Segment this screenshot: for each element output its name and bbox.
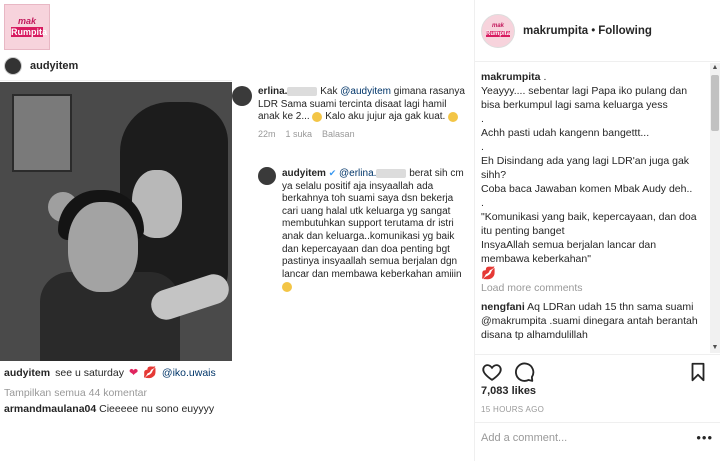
load-more-comments-link[interactable]: Load more comments	[481, 282, 703, 294]
lips-icon: 💋	[481, 266, 496, 280]
comment-time: 22m	[258, 128, 276, 139]
caption-mention[interactable]: @iko.uwais	[162, 367, 216, 379]
add-comment-placeholder: Add a comment...	[481, 432, 568, 444]
caption-line: Eh Disindang ada yang lagi LDR'an juga g…	[481, 155, 690, 181]
separator: •	[591, 24, 596, 37]
caption-user[interactable]: makrumpita	[481, 71, 541, 83]
comment-text-pre: Kak	[320, 86, 338, 97]
reply-button[interactable]: Balasan	[322, 128, 355, 141]
comment-icon[interactable]	[513, 361, 535, 383]
post-timestamp: 15 HOURS AGO	[481, 405, 545, 414]
verified-icon: ✔	[328, 168, 337, 178]
comment-mention[interactable]: @erlina.	[339, 168, 376, 179]
smile-emoji-icon	[312, 111, 323, 122]
add-comment-input[interactable]: Add a comment... •••	[475, 422, 720, 452]
mak-rumpita-logo: mak Rumpita	[4, 4, 50, 50]
post-username[interactable]: audyitem	[30, 60, 78, 72]
heart-icon[interactable]	[481, 361, 503, 383]
scroll-up-icon[interactable]: ▲	[710, 63, 720, 73]
caption-line: .	[481, 197, 484, 209]
logo-line2: Rumpita	[486, 30, 510, 37]
avatar[interactable]	[258, 167, 276, 185]
smile-emoji-icon	[448, 111, 459, 122]
caption-user-suffix: .	[543, 71, 547, 83]
logo-line1: mak	[17, 16, 36, 26]
instagram-post-panel: mak Rumpita makrumpita • Following makru…	[474, 0, 720, 461]
caption-user[interactable]: audyitem	[4, 367, 50, 379]
caption: makrumpita . Yeayyy.... sebentar lagi Pa…	[481, 70, 703, 280]
lips-icon: 💋	[143, 367, 157, 379]
scroll-down-icon[interactable]: ▼	[710, 343, 720, 353]
likes-count[interactable]: 7,083 likes	[481, 385, 536, 397]
header-username[interactable]: makrumpita	[523, 25, 588, 37]
caption-text: see u saturday	[55, 366, 124, 379]
blurred-username	[287, 86, 318, 96]
comment-row: nengfani Aq LDRan udah 15 thn sama suami…	[481, 300, 703, 342]
comment-text: berat sih cm ya selalu positif aja insya…	[282, 168, 464, 280]
post-header: mak Rumpita makrumpita • Following	[475, 0, 720, 62]
more-options-icon[interactable]: •••	[696, 430, 713, 445]
logo-line2: Rumpita	[11, 27, 47, 37]
view-all-comments-link[interactable]: Tampilkan semua 44 komentar	[4, 387, 147, 399]
caption-line: InsyaAllah semua berjalan lancar dan mem…	[481, 239, 657, 265]
caption-line: Achh pasti udah kangenn bangettt...	[481, 127, 650, 139]
comment-row: armandmaulana04 Cieeeee nu sono euyyyy	[4, 403, 214, 415]
post-photo	[0, 82, 232, 361]
avatar[interactable]	[232, 86, 252, 106]
caption-line: .	[481, 113, 484, 125]
post-caption: audyitem see u saturday ❤ 💋 @iko.uwais	[4, 366, 216, 380]
caption-line: "Komunikasi yang baik, kepercayaan, dan …	[481, 211, 697, 237]
comment-user[interactable]: nengfani	[481, 301, 525, 313]
scrollbar[interactable]: ▲ ▼	[710, 63, 720, 353]
comment-likes[interactable]: 1 suka	[286, 128, 313, 141]
caption-line: Yeayyy.... sebentar lagi Papa iko pulang…	[481, 85, 688, 111]
smile-emoji-icon	[282, 281, 292, 292]
comment-user[interactable]: audyitem	[282, 168, 326, 179]
comment-mention[interactable]: @audyitem	[340, 86, 391, 97]
blurred-username	[376, 168, 407, 178]
avatar[interactable]: mak Rumpita	[481, 13, 515, 48]
comment-text-post: Kalo aku jujur aja gak kuat.	[325, 111, 446, 123]
divider	[0, 80, 232, 81]
bookmark-icon[interactable]	[687, 361, 709, 383]
post-actions: 7,083 likes 15 HOURS AGO Add a comment..…	[475, 354, 720, 450]
avatar[interactable]	[4, 57, 22, 75]
caption-line: Coba baca Jawaban komen Mbak Audy deh..	[481, 183, 693, 195]
comment-user[interactable]: erlina.	[258, 86, 287, 97]
embedded-post-screenshot: mak Rumpita audyitem audyitem see u satu…	[0, 0, 474, 461]
scrollbar-thumb[interactable]	[711, 75, 719, 131]
comments-scroll-area[interactable]: makrumpita . Yeayyy.... sebentar lagi Pa…	[475, 63, 720, 353]
heart-icon: ❤	[129, 367, 139, 379]
logo-line1: mak	[491, 22, 504, 29]
post-header: audyitem	[4, 55, 78, 77]
comment-text: Cieeeee nu sono euyyyy	[99, 403, 215, 415]
comment-user[interactable]: armandmaulana04	[4, 403, 96, 415]
following-button[interactable]: Following	[598, 25, 652, 37]
caption-line: .	[481, 141, 484, 153]
